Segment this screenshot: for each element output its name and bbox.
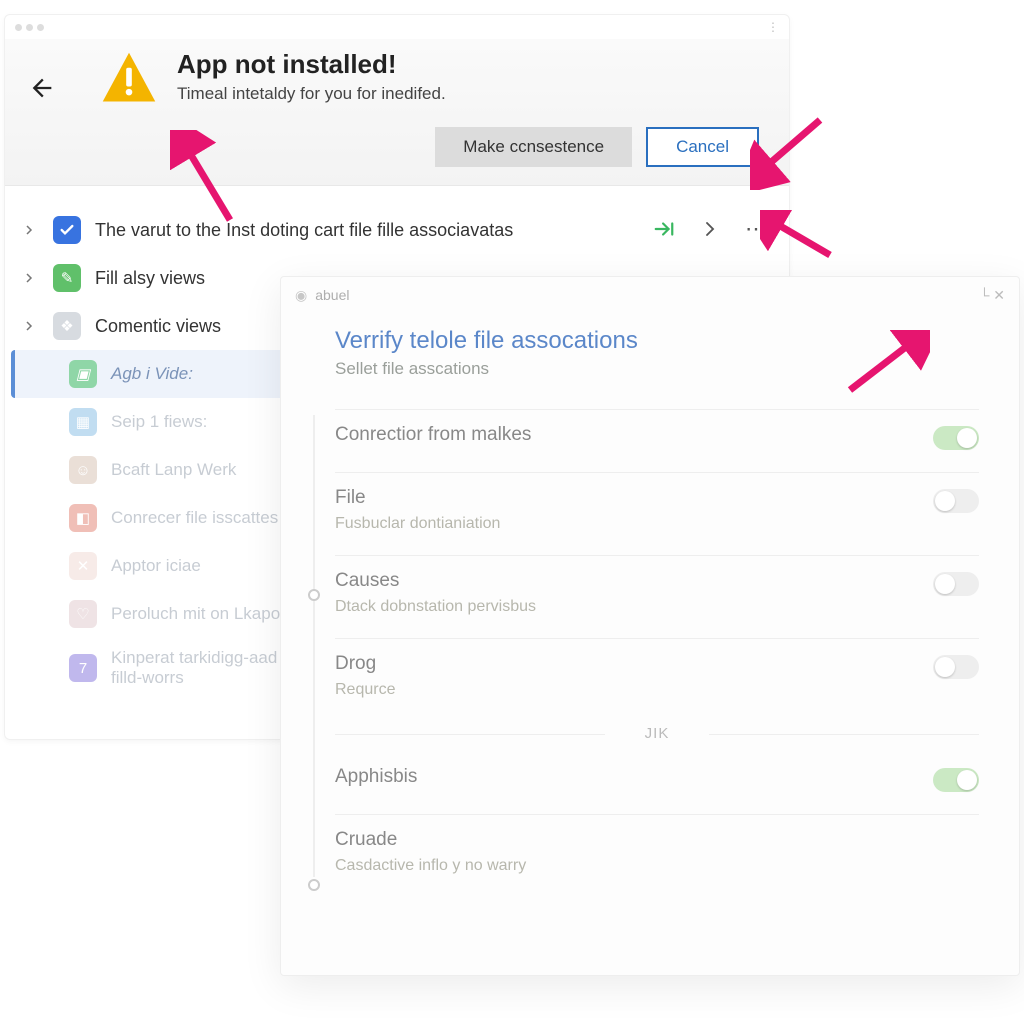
setting-row: Cruade Casdactive inflo y no warry [335,814,979,897]
setting-desc: Dtack dobnstation pervisbus [335,598,536,616]
list-item-label: Conrecer file isscattes [111,508,278,528]
link-icon: ◧ [69,504,97,532]
alert-panel: App not installed! Timeal intetaldy for … [5,39,789,186]
user-icon: ☺ [69,456,97,484]
list-item-label: Apptor iciae [111,556,201,576]
setting-title: File [335,487,500,509]
list-item-label: The varut to the Inst doting cart file f… [95,220,513,241]
dialog-tab-label: abuel [315,287,349,303]
toggle[interactable] [933,489,979,513]
toggle[interactable] [933,426,979,450]
list-item-label: Bcaft Lanp Werk [111,460,236,480]
step-dot-icon [308,879,320,891]
setting-row: Apphisbis [335,752,979,814]
setting-row: Causes Dtack dobnstation pervisbus [335,555,979,638]
close-icon[interactable]: ✕ [993,287,1005,303]
warning-icon [99,49,159,109]
tools-icon: ✕ [69,552,97,580]
toggle[interactable] [933,655,979,679]
tab-icon: ◉ [295,287,307,304]
setting-row: Drog Requrce [335,638,979,721]
chevron-right-icon[interactable] [23,320,39,332]
list-item-label: Agb i Vide: [111,364,193,384]
settings-list: Conrectior from malkes File Fusbuclar do… [335,409,979,897]
setting-title: Conrectior from malkes [335,424,531,446]
checkbox-icon[interactable] [53,216,81,244]
back-button[interactable] [25,71,59,105]
setting-desc: Requrce [335,681,395,699]
list-item-label: Comentic views [95,316,221,337]
alert-subtitle: Timeal intetaldy for you for inedifed. [177,84,446,104]
list-item-label: Peroluch mit on Lkapo [111,604,280,624]
setting-desc: Fusbuclar dontianiation [335,515,500,533]
chevron-right-icon[interactable] [23,224,39,236]
grid-icon: ▦ [69,408,97,436]
shield-icon: ♡ [69,600,97,628]
share-icon[interactable] [651,216,677,242]
chevron-right-icon[interactable] [697,216,723,242]
edit-icon: ✎ [53,264,81,292]
dialog-subheading: Sellet file asscations [335,359,979,379]
toggle[interactable] [933,768,979,792]
make-button[interactable]: Make ccnsestence [435,127,632,167]
dialog-titlebar: ◉ abuel └ ✕ [281,277,1019,313]
setting-title: Causes [335,570,536,592]
section-divider: JIK [335,725,979,742]
setting-title: Drog [335,653,395,675]
setting-row: File Fusbuclar dontianiation [335,472,979,555]
step-dot-icon [308,589,320,601]
cancel-button[interactable]: Cancel [646,127,759,167]
setting-title: Cruade [335,829,526,851]
alert-title: App not installed! [177,49,446,80]
chevron-right-icon[interactable] [23,272,39,284]
puzzle-icon: ❖ [53,312,81,340]
list-item-label: Fill alsy views [95,268,205,289]
more-icon[interactable]: ⋯ [743,216,769,242]
settings-dialog: ◉ abuel └ ✕ Verrify telole file assocati… [280,276,1020,976]
toggle[interactable] [933,572,979,596]
list-item-label: Seip 1 fiews: [111,412,207,432]
setting-title: Apphisbis [335,766,417,788]
window-titlebar: 0:0 9 ⋮ [5,15,789,39]
setting-row: Conrectior from malkes [335,409,979,472]
minimize-icon[interactable]: └ [979,287,989,303]
window-dots [15,20,48,34]
setting-desc: Casdactive inflo y no warry [335,857,526,875]
video-icon: ▣ [69,360,97,388]
number-icon: 7 [69,654,97,682]
dialog-heading: Verrify telole file assocations [335,327,979,355]
menu-icon[interactable]: ⋮ [767,20,779,34]
